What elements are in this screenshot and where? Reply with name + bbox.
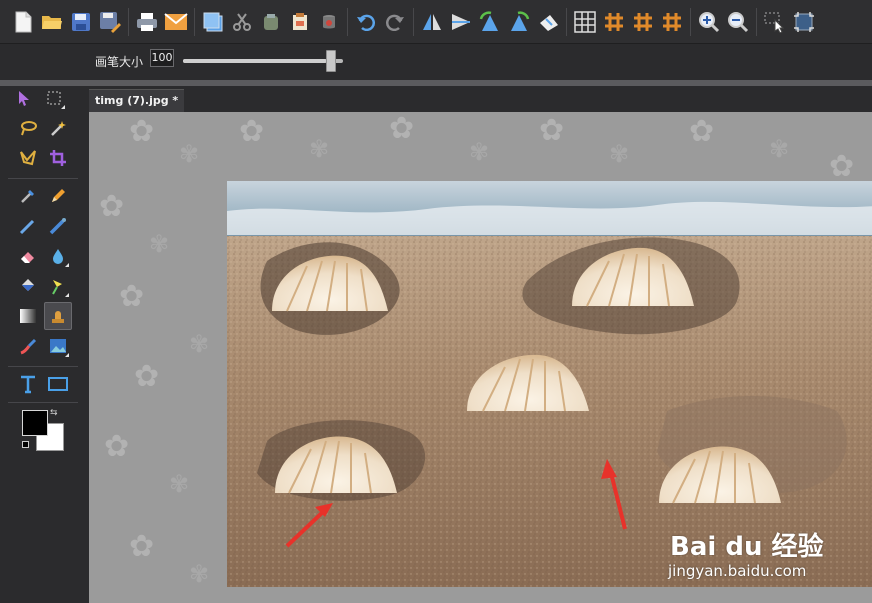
duplicate-icon[interactable] — [200, 9, 226, 35]
eraser-tool-icon[interactable] — [16, 244, 40, 268]
background-flower: ✾ — [149, 230, 170, 258]
background-flower: ✿ — [689, 114, 715, 149]
tools-panel — [0, 86, 80, 603]
rect-select-tool-icon[interactable] — [42, 86, 66, 110]
flip-horizontal-icon[interactable] — [419, 9, 445, 35]
eyedropper-tool-icon[interactable] — [16, 184, 40, 208]
brush-size-label: 画笔大小 — [95, 55, 144, 69]
background-flower: ✿ — [829, 149, 855, 184]
airbrush-tool-icon[interactable] — [46, 214, 70, 238]
background-flower: ✿ — [239, 114, 265, 149]
image-adjust-tool-icon[interactable] — [46, 334, 70, 358]
open-folder-icon[interactable] — [39, 9, 65, 35]
rotate-left-icon[interactable] — [477, 9, 503, 35]
hash-alt-icon[interactable] — [630, 9, 656, 35]
rectangle-shape-tool-icon[interactable] — [46, 372, 70, 396]
background-flower: ✾ — [179, 140, 200, 168]
toolbar-separator — [128, 7, 129, 36]
background-flower: ✾ — [309, 135, 330, 163]
brush-size-input[interactable]: 100 — [150, 49, 174, 67]
baidu-watermark-site: jingyan.baidu.com — [668, 562, 807, 580]
foreground-color-swatch[interactable] — [22, 410, 48, 436]
copy-icon[interactable] — [258, 9, 284, 35]
hash-bold-icon[interactable] — [659, 9, 685, 35]
background-flower: ✾ — [169, 470, 190, 498]
brush-size-slider[interactable] — [183, 50, 343, 72]
background-flower: ✿ — [129, 529, 155, 564]
toolbar-separator — [347, 7, 348, 36]
smudge-tool-icon[interactable] — [16, 334, 40, 358]
background-flower: ✾ — [469, 138, 490, 166]
baidu-watermark-logo: Bai du 经验 — [670, 532, 824, 562]
background-flower: ✿ — [134, 359, 160, 394]
background-flower: ✿ — [129, 114, 155, 149]
clone-stamp-tool-icon[interactable] — [44, 302, 72, 330]
polygon-lasso-tool-icon[interactable] — [16, 146, 40, 170]
pencil-tool-icon[interactable] — [46, 184, 70, 208]
cut-icon[interactable] — [229, 9, 255, 35]
select-pointer-icon[interactable] — [762, 9, 788, 35]
background-flower: ✿ — [104, 429, 130, 464]
tools-separator — [8, 178, 78, 179]
reset-colors-icon[interactable] — [22, 441, 29, 448]
print-icon[interactable] — [134, 9, 160, 35]
background-flower: ✾ — [769, 135, 790, 163]
magic-wand-tool-icon[interactable] — [46, 116, 70, 140]
brush-size-slider-fill — [183, 59, 326, 63]
toolbar-separator — [690, 7, 691, 36]
swap-colors-icon[interactable]: ⇆ — [50, 408, 58, 418]
grid-icon[interactable] — [572, 9, 598, 35]
main-toolbar — [0, 0, 872, 44]
save-as-icon[interactable] — [97, 9, 123, 35]
clear-icon[interactable] — [316, 9, 342, 35]
tools-separator — [8, 366, 78, 367]
background-flower: ✾ — [609, 140, 630, 168]
document-tab[interactable]: timg (7).jpg * — [89, 89, 185, 113]
toolbar-separator — [194, 7, 195, 36]
text-tool-icon[interactable] — [16, 372, 40, 396]
background-flower: ✿ — [99, 189, 125, 224]
save-icon[interactable] — [68, 9, 94, 35]
background-flower: ✾ — [189, 560, 210, 588]
crop-frame-icon[interactable] — [791, 9, 817, 35]
background-flower: ✿ — [119, 279, 145, 314]
gradient-tool-icon[interactable] — [16, 304, 40, 328]
document-tab-bar: timg (7).jpg * — [80, 86, 872, 113]
crop-tool-icon[interactable] — [46, 146, 70, 170]
tool-options-bar: 画笔大小 100 — [0, 44, 872, 80]
pointer-tool-icon[interactable] — [12, 86, 36, 110]
rotate-free-icon[interactable] — [535, 9, 561, 35]
redo-icon[interactable] — [382, 9, 408, 35]
brush-tool-icon[interactable] — [16, 214, 40, 238]
toolbar-separator — [566, 7, 567, 36]
toolbar-separator — [756, 7, 757, 36]
color-replace-tool-icon[interactable] — [46, 274, 70, 298]
new-file-icon[interactable] — [10, 9, 36, 35]
tools-separator — [8, 402, 78, 403]
flip-vertical-icon[interactable] — [448, 9, 474, 35]
rotate-right-icon[interactable] — [506, 9, 532, 35]
background-flower: ✿ — [389, 112, 415, 146]
background-flower: ✿ — [539, 113, 565, 148]
zoom-out-icon[interactable] — [725, 9, 751, 35]
background-flower: ✾ — [189, 330, 210, 358]
paste-icon[interactable] — [287, 9, 313, 35]
blur-drop-tool-icon[interactable] — [46, 244, 70, 268]
zoom-in-icon[interactable] — [696, 9, 722, 35]
bucket-tool-icon[interactable] — [16, 274, 40, 298]
brush-size-slider-thumb[interactable] — [326, 50, 336, 72]
lasso-tool-icon[interactable] — [16, 116, 40, 140]
toolbar-separator — [413, 7, 414, 36]
email-icon[interactable] — [163, 9, 189, 35]
hash-icon[interactable] — [601, 9, 627, 35]
undo-icon[interactable] — [353, 9, 379, 35]
